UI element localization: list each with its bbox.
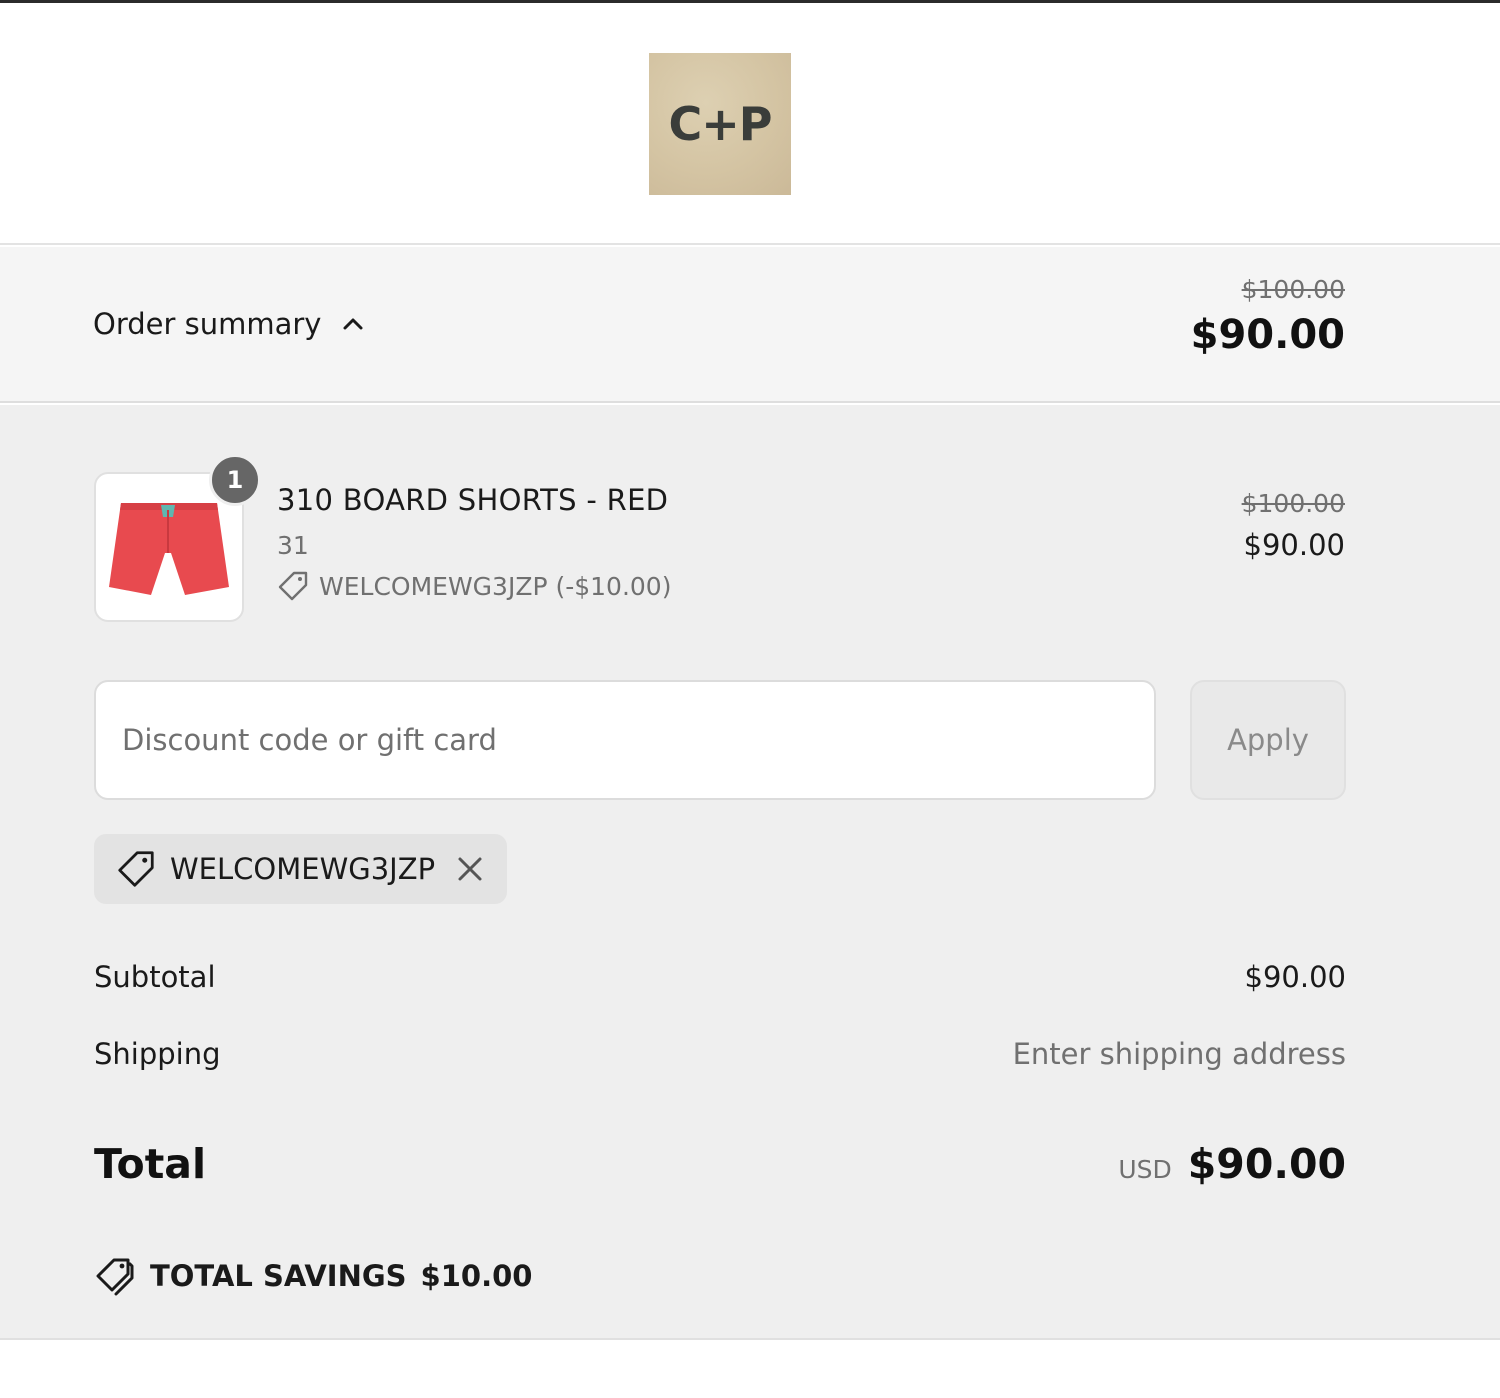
total-label: Total <box>94 1140 207 1188</box>
total-savings: TOTAL SAVINGS $10.00 <box>94 1255 532 1297</box>
quantity-badge: 1 <box>209 454 261 506</box>
line-item-info: 310 BOARD SHORTS - RED 31 WELCOMEWG3JZP … <box>277 483 671 602</box>
shipping-row: Shipping Enter shipping address <box>94 1037 1346 1071</box>
chevron-up-icon <box>343 318 363 330</box>
summary-original-total: $100.00 <box>1241 275 1345 304</box>
line-item-original-price: $100.00 <box>1241 489 1345 518</box>
line-item-prices: $100.00 $90.00 <box>1242 489 1345 562</box>
line-item-price: $90.00 <box>1243 528 1345 562</box>
product-variant: 31 <box>277 531 309 560</box>
total-value: $90.00 <box>1187 1140 1346 1188</box>
summary-prices: $100.00 $90.00 <box>1191 275 1345 358</box>
close-icon[interactable] <box>455 854 485 884</box>
shipping-label: Shipping <box>94 1037 221 1071</box>
subtotal-label: Subtotal <box>94 960 216 994</box>
subtotal-row: Subtotal $90.00 <box>94 960 1346 994</box>
currency-code: USD <box>1118 1155 1172 1184</box>
order-summary-bar: Order summary $100.00 $90.00 <box>0 247 1500 403</box>
total-amount: USD $90.00 <box>1118 1140 1346 1188</box>
line-item-discount: WELCOMEWG3JZP (-$10.00) <box>277 570 671 602</box>
savings-value: $10.00 <box>420 1259 533 1293</box>
applied-discount-chip: WELCOMEWG3JZP <box>94 834 508 904</box>
tag-icon <box>278 571 308 601</box>
line-item-discount-text: WELCOMEWG3JZP (-$10.00) <box>319 571 672 601</box>
order-summary-label: Order summary <box>93 307 322 341</box>
checkout-header: C+P <box>0 3 1500 245</box>
total-row: Total USD $90.00 <box>94 1140 1346 1188</box>
shipping-value: Enter shipping address <box>1012 1037 1346 1071</box>
apply-button[interactable]: Apply <box>1190 680 1346 800</box>
store-logo[interactable]: C+P <box>649 53 791 195</box>
savings-tag-icon <box>96 1258 134 1296</box>
discount-code-input[interactable] <box>94 680 1156 800</box>
applied-discount-code: WELCOMEWG3JZP <box>170 852 436 886</box>
order-summary-toggle[interactable]: Order summary <box>93 307 365 341</box>
tag-icon <box>118 851 154 887</box>
board-shorts-image <box>109 503 229 595</box>
product-name: 310 BOARD SHORTS - RED <box>277 483 669 517</box>
logo-text: C+P <box>668 97 772 151</box>
order-summary-panel: 1 310 BOARD SHORTS - RED 31 WELCOMEWG3JZ… <box>0 405 1500 1340</box>
subtotal-value: $90.00 <box>1244 960 1346 994</box>
summary-total: $90.00 <box>1190 312 1345 358</box>
savings-label: TOTAL SAVINGS <box>150 1259 407 1293</box>
